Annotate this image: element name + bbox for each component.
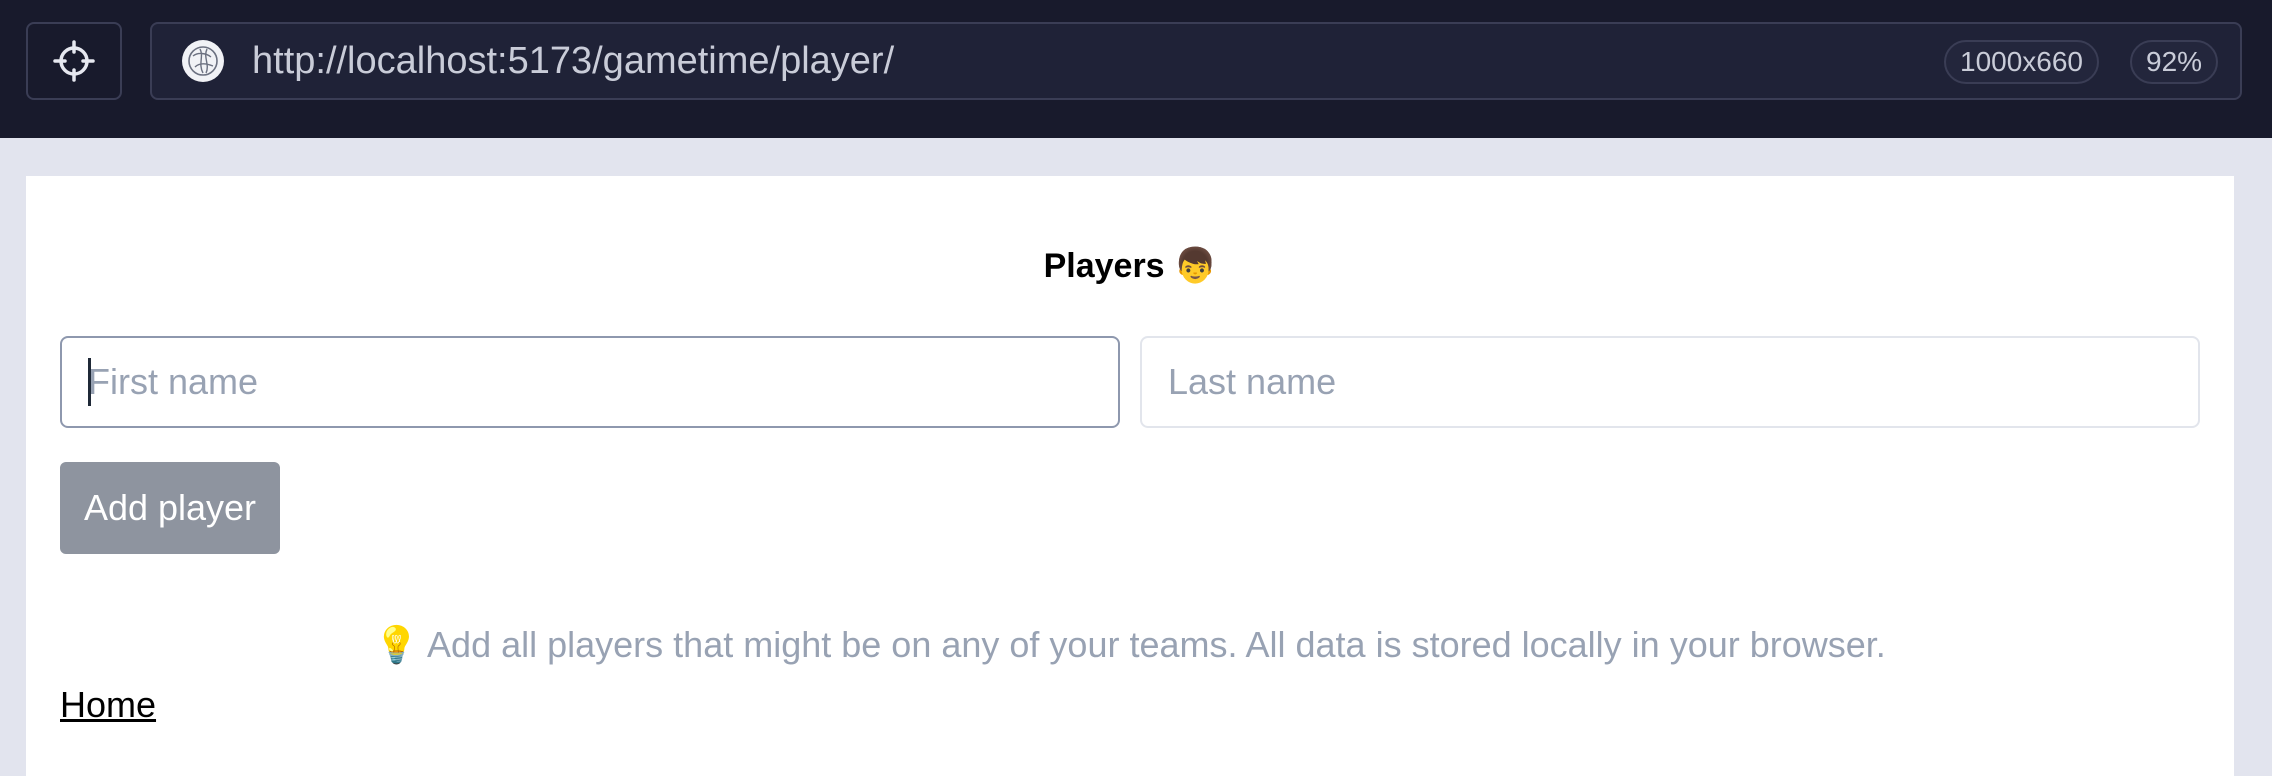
globe-icon	[182, 40, 224, 82]
text-cursor	[88, 358, 91, 406]
lightbulb-icon: 💡	[374, 624, 420, 665]
home-link[interactable]: Home	[60, 684, 156, 726]
hint-text: Add all players that might be on any of …	[427, 624, 1886, 665]
boy-emoji-icon: 👦	[1174, 247, 1217, 285]
zoom-level-badge: 92%	[2130, 40, 2219, 84]
last-name-input[interactable]	[1140, 336, 2200, 428]
hint-message: 💡 Add all players that might be on any o…	[26, 624, 2234, 666]
add-player-button[interactable]: Add player	[60, 462, 280, 554]
address-bar[interactable]: http://localhost:5173/gametime/player/ 1…	[150, 22, 2242, 100]
viewport-size-badge: 1000x660	[1944, 40, 2100, 84]
page-content: Players 👦 Add player 💡 Add all players t…	[26, 176, 2234, 776]
page-title: Players 👦	[26, 246, 2234, 286]
crosshair-icon	[53, 40, 95, 82]
inspect-target-button[interactable]	[26, 22, 122, 100]
page-title-text: Players	[1043, 247, 1165, 285]
first-name-input[interactable]	[60, 336, 1120, 428]
browser-toolbar: http://localhost:5173/gametime/player/ 1…	[0, 0, 2272, 138]
url-text: http://localhost:5173/gametime/player/	[252, 40, 895, 82]
